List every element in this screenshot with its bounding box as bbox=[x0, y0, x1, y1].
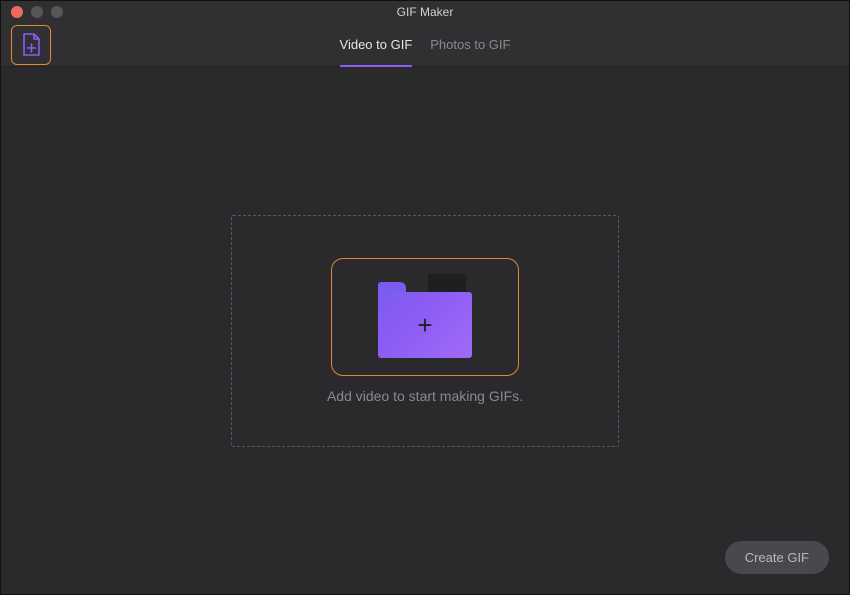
maximize-window-button[interactable] bbox=[51, 6, 63, 18]
window-title: GIF Maker bbox=[397, 5, 454, 19]
dropzone-hint: Add video to start making GIFs. bbox=[327, 388, 523, 404]
tab-label: Photos to GIF bbox=[430, 37, 510, 52]
tab-label: Video to GIF bbox=[340, 37, 413, 52]
titlebar: GIF Maker bbox=[1, 1, 849, 23]
window-controls bbox=[11, 6, 63, 18]
add-file-icon bbox=[21, 33, 41, 57]
close-window-button[interactable] bbox=[11, 6, 23, 18]
app-window: GIF Maker Video to GIF Photos to GIF bbox=[0, 0, 850, 595]
minimize-window-button[interactable] bbox=[31, 6, 43, 18]
dropzone[interactable]: + Add video to start making GIFs. bbox=[231, 215, 619, 447]
tab-video-to-gif[interactable]: Video to GIF bbox=[340, 23, 413, 66]
add-video-button[interactable]: + bbox=[331, 258, 519, 376]
add-folder-icon: + bbox=[370, 274, 480, 360]
main-area: + Add video to start making GIFs. Create… bbox=[1, 67, 849, 594]
mode-tabs: Video to GIF Photos to GIF bbox=[340, 23, 511, 66]
tab-photos-to-gif[interactable]: Photos to GIF bbox=[430, 23, 510, 66]
plus-icon: + bbox=[417, 312, 432, 338]
toolbar: Video to GIF Photos to GIF bbox=[1, 23, 849, 67]
create-gif-button[interactable]: Create GIF bbox=[725, 541, 829, 574]
add-file-button[interactable] bbox=[11, 25, 51, 65]
